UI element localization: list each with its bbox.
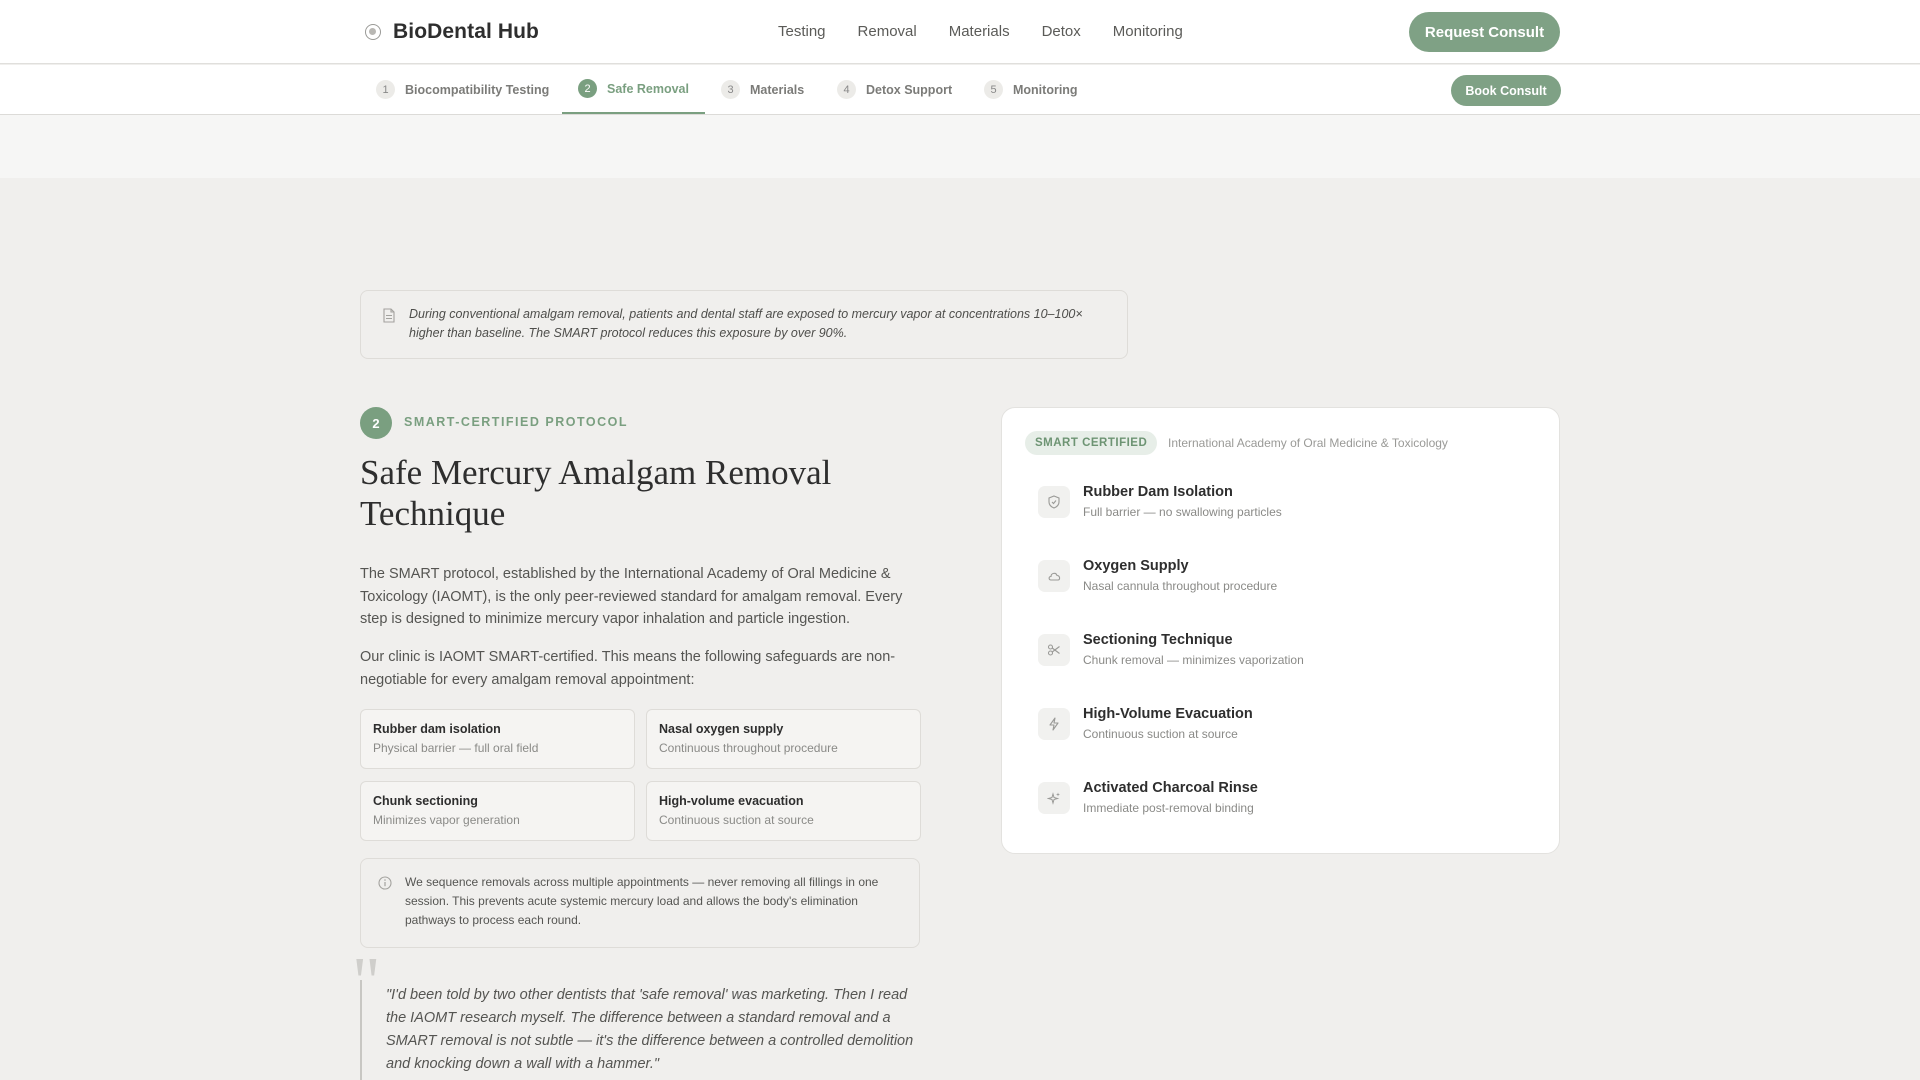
step-tab-materials[interactable]: 3 Materials (721, 65, 804, 114)
certifying-organization: International Academy of Oral Medicine &… (1168, 436, 1448, 450)
nav-link-monitoring[interactable]: Monitoring (1113, 23, 1183, 40)
protocol-item-title: Sectioning Technique (1083, 632, 1233, 648)
protocol-item-title: Activated Charcoal Rinse (1083, 780, 1258, 796)
certification-paragraph: Our clinic is IAOMT SMART-certified. Thi… (360, 649, 896, 688)
feature-card: Rubber dam isolation Physical barrier — … (360, 709, 635, 769)
document-icon (383, 308, 395, 323)
protocol-item: Activated Charcoal Rinse Immediate post-… (1038, 780, 1538, 820)
quote-divider (360, 980, 362, 1080)
step-label: Materials (750, 82, 805, 97)
step-badge: 2 (360, 407, 392, 439)
protocol-item-desc: Continuous suction at source (1083, 727, 1238, 741)
scissors-icon (1038, 634, 1070, 666)
nav-link-materials[interactable]: Materials (949, 23, 1010, 40)
step-tab-detox-support[interactable]: 4 Detox Support (837, 65, 952, 114)
callout-text: During conventional amalgam removal, pat… (409, 307, 1083, 340)
feature-card: Chunk sectioning Minimizes vapor generat… (360, 781, 635, 841)
step-number: 1 (376, 80, 395, 99)
step-label: Detox Support (866, 82, 953, 97)
step-tab-monitoring[interactable]: 5 Monitoring (984, 65, 1078, 114)
protocol-item-desc: Chunk removal — minimizes vaporization (1083, 653, 1304, 667)
step-number: 5 (984, 80, 1003, 99)
smart-protocol-card: SMART CERTIFIED International Academy of… (1001, 407, 1560, 854)
feature-title: Rubber dam isolation (373, 722, 501, 736)
step-nav: 1 Biocompatibility Testing 2 Safe Remova… (0, 65, 1920, 115)
testimonial-quote: "I'd been told by two other dentists tha… (386, 987, 914, 1072)
sequencing-note: We sequence removals across multiple app… (360, 858, 920, 948)
logo-icon (365, 24, 381, 40)
nav-link-testing[interactable]: Testing (778, 23, 826, 40)
step-number: 2 (578, 79, 597, 98)
protocol-item-title: Rubber Dam Isolation (1083, 484, 1233, 500)
protocol-item-desc: Immediate post-removal binding (1083, 801, 1254, 815)
feature-desc: Continuous suction at source (659, 813, 814, 827)
brand-name: BioDental Hub (393, 20, 539, 43)
section-eyebrow: SMART-CERTIFIED PROTOCOL (404, 415, 628, 429)
step-label: Monitoring (1013, 82, 1078, 97)
exposure-callout: During conventional amalgam removal, pat… (360, 290, 1128, 359)
intro-paragraph: The SMART protocol, established by the I… (360, 566, 903, 627)
feature-title: High-volume evacuation (659, 794, 804, 808)
feature-desc: Continuous throughout procedure (659, 741, 838, 755)
protocol-item: Oxygen Supply Nasal cannula throughout p… (1038, 558, 1538, 598)
feature-card: High-volume evacuation Continuous suctio… (646, 781, 921, 841)
sparkle-icon (1038, 782, 1070, 814)
info-icon (378, 876, 392, 890)
protocol-item-desc: Nasal cannula throughout procedure (1083, 579, 1278, 593)
lightning-icon (1038, 708, 1070, 740)
feature-desc: Minimizes vapor generation (373, 813, 520, 827)
note-text: We sequence removals across multiple app… (405, 875, 879, 927)
feature-title: Chunk sectioning (373, 794, 478, 808)
step-tab-biocompatibility-testing[interactable]: 1 Biocompatibility Testing (376, 65, 549, 114)
cloud-icon (1038, 560, 1070, 592)
shield-icon (1038, 486, 1070, 518)
brand-logo[interactable]: BioDental Hub (365, 20, 539, 44)
protocol-item-desc: Full barrier — no swallowing particles (1083, 505, 1282, 519)
protocol-item-title: Oxygen Supply (1083, 558, 1189, 574)
step-label: Safe Removal (607, 81, 689, 96)
nav-link-removal[interactable]: Removal (858, 23, 917, 40)
book-consult-button[interactable]: Book Consult (1451, 75, 1561, 106)
top-header: BioDental Hub Testing Removal Materials … (0, 0, 1920, 64)
protocol-item-title: High-Volume Evacuation (1083, 706, 1253, 722)
step-tab-safe-removal[interactable]: 2 Safe Removal (562, 65, 705, 114)
main-nav: Testing Removal Materials Detox Monitori… (778, 23, 1183, 40)
quote-mark-icon: " (352, 944, 381, 1021)
step-number: 3 (721, 80, 740, 99)
feature-title: Nasal oxygen supply (659, 722, 784, 736)
nav-link-detox[interactable]: Detox (1042, 23, 1081, 40)
step-number: 4 (837, 80, 856, 99)
feature-card: Nasal oxygen supply Continuous throughou… (646, 709, 921, 769)
protocol-item: Rubber Dam Isolation Full barrier — no s… (1038, 484, 1538, 524)
step-label: Biocompatibility Testing (405, 82, 550, 97)
request-consult-button[interactable]: Request Consult (1409, 12, 1560, 52)
page-title: Safe Mercury Amalgam Removal Technique (360, 453, 832, 533)
feature-desc: Physical barrier — full oral field (373, 741, 539, 755)
hero-band (0, 115, 1920, 178)
certified-badge: SMART CERTIFIED (1025, 431, 1158, 455)
protocol-item: Sectioning Technique Chunk removal — min… (1038, 632, 1538, 672)
protocol-item: High-Volume Evacuation Continuous suctio… (1038, 706, 1538, 746)
